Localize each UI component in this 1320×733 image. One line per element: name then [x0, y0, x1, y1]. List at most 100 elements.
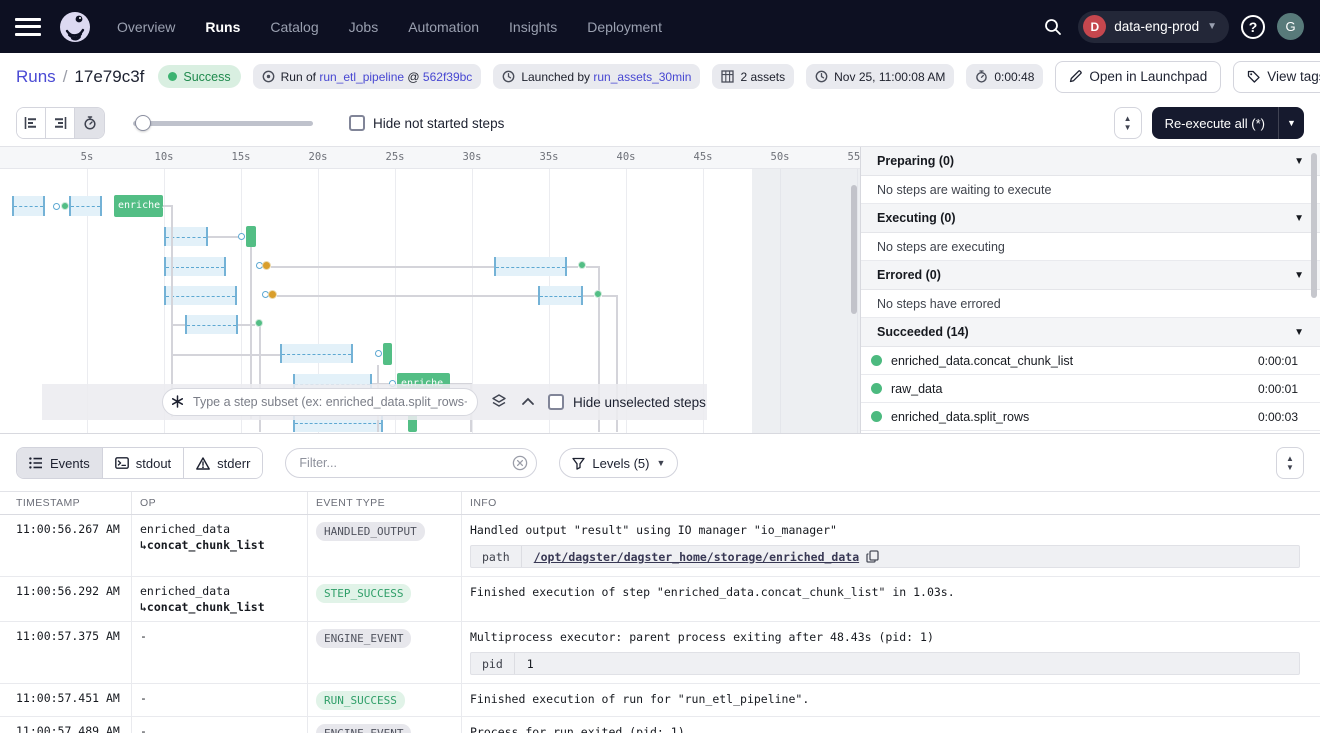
- tag-icon: [1247, 70, 1260, 83]
- gantt-time-axis: 5s 10s 15s 20s 25s 30s 35s 40s 45s 50s 5…: [0, 147, 860, 169]
- gantt-step-bar[interactable]: enriche.: [114, 195, 163, 217]
- empty-state: No steps are executing: [861, 233, 1320, 261]
- layers-icon[interactable]: [490, 393, 508, 411]
- terminal-icon: [115, 457, 129, 469]
- run-of-tag[interactable]: Run of run_etl_pipeline @ 562f39bc: [253, 64, 482, 89]
- nav-item-runs[interactable]: Runs: [205, 19, 240, 35]
- tab-events[interactable]: Events: [17, 448, 103, 478]
- event-type-badge: ENGINE_EVENT: [316, 629, 411, 648]
- commit-link[interactable]: 562f39bc: [423, 70, 472, 84]
- dagster-run-page: Overview Runs Catalog Jobs Automation In…: [0, 0, 1320, 733]
- pencil-icon: [1069, 70, 1082, 83]
- hide-unselected-checkbox[interactable]: [548, 394, 564, 410]
- workspace-switcher[interactable]: D data-eng-prod ▼: [1078, 11, 1229, 43]
- reexecute-dropdown-button[interactable]: ▼: [1278, 107, 1304, 139]
- nav-item-automation[interactable]: Automation: [408, 19, 479, 35]
- nav-item-insights[interactable]: Insights: [509, 19, 557, 35]
- flatten-view-button[interactable]: [17, 108, 46, 138]
- zoom-slider[interactable]: [133, 115, 313, 131]
- gantt-chart[interactable]: 5s 10s 15s 20s 25s 30s 35s 40s 45s 50s 5…: [0, 147, 861, 433]
- table-header: TIMESTAMP OP EVENT TYPE INFO: [0, 491, 1320, 515]
- timed-view-button[interactable]: [75, 108, 104, 138]
- nav-item-overview[interactable]: Overview: [117, 19, 175, 35]
- event-log-section: Events stdout stderr Levels (5) ▼: [0, 433, 1320, 733]
- success-dot: [871, 383, 882, 394]
- table-row[interactable]: 11:00:57.451 AM - RUN_SUCCESS Finished e…: [0, 684, 1320, 717]
- workspace-name: data-eng-prod: [1114, 19, 1199, 34]
- levels-dropdown[interactable]: Levels (5) ▼: [559, 448, 678, 478]
- success-dot: [871, 411, 882, 422]
- gantt-wait-box: [164, 286, 237, 305]
- section-errored[interactable]: Errored (0)▼: [861, 261, 1320, 290]
- gantt-toolbar: Hide not started steps ▲▼ Re-execute all…: [0, 100, 1320, 147]
- step-list-item[interactable]: enriched_data.split_rows0:00:03: [861, 403, 1320, 431]
- align-start-icon: [24, 116, 38, 130]
- step-list-item[interactable]: enriched_data.concat_chunk_list0:00:01: [861, 347, 1320, 375]
- open-in-launchpad-button[interactable]: Open in Launchpad: [1055, 61, 1221, 93]
- chevron-down-icon: ▼: [1294, 156, 1304, 167]
- waterfall-view-button[interactable]: [46, 108, 75, 138]
- clock-icon: [502, 70, 515, 83]
- gantt-wait-box: [185, 315, 238, 334]
- duration-tag[interactable]: 0:00:48: [966, 64, 1043, 89]
- empty-state: No steps are waiting to execute: [861, 176, 1320, 204]
- success-dot: [871, 355, 882, 366]
- gantt-scrollbar[interactable]: [851, 185, 857, 314]
- gantt-wait-box: [494, 257, 567, 276]
- step-subset-input[interactable]: [162, 388, 478, 416]
- gantt-wait-box: [69, 196, 102, 216]
- hamburger-menu-icon[interactable]: [15, 18, 41, 36]
- table-row[interactable]: 11:00:57.375 AM - ENGINE_EVENT Multiproc…: [0, 622, 1320, 684]
- workspace-avatar: D: [1083, 15, 1106, 38]
- step-list-item[interactable]: raw_data0:00:01: [861, 375, 1320, 403]
- launched-by-tag[interactable]: Launched by run_assets_30min: [493, 64, 700, 89]
- reexecute-all-button[interactable]: Re-execute all (*) ▼: [1152, 107, 1304, 139]
- nav-item-jobs[interactable]: Jobs: [349, 19, 379, 35]
- hide-not-started-label: Hide not started steps: [373, 116, 504, 131]
- breadcrumb: Runs / 17e79c3f: [16, 67, 144, 87]
- gantt-after-run-shade: [752, 169, 861, 433]
- step-selector-overlay: Hide unselected steps: [42, 384, 707, 420]
- expand-log-button[interactable]: ▲▼: [1276, 447, 1304, 479]
- help-icon[interactable]: ?: [1241, 15, 1265, 39]
- gantt-wait-box: [538, 286, 583, 305]
- nav-links: Overview Runs Catalog Jobs Automation In…: [117, 19, 662, 35]
- copy-icon[interactable]: [866, 550, 879, 563]
- gantt-wait-box: [280, 344, 353, 363]
- table-row[interactable]: 11:00:56.292 AM enriched_data↳concat_chu…: [0, 577, 1320, 622]
- storage-path-link[interactable]: /opt/dagster/dagster_home/storage/enrich…: [534, 549, 859, 565]
- zoom-slider-handle[interactable]: [135, 115, 151, 131]
- assets-icon: [721, 70, 734, 83]
- breadcrumb-runs-link[interactable]: Runs: [16, 67, 56, 87]
- event-type-badge: STEP_SUCCESS: [316, 584, 411, 603]
- zoom-slider-track[interactable]: [133, 121, 313, 126]
- gantt-step-bar[interactable]: [383, 343, 392, 365]
- steps-panel: Preparing (0)▼ No steps are waiting to e…: [861, 147, 1320, 433]
- schedule-link[interactable]: run_assets_30min: [593, 70, 691, 84]
- event-type-badge: HANDLED_OUTPUT: [316, 522, 425, 541]
- pipeline-link[interactable]: run_etl_pipeline: [319, 70, 404, 84]
- warning-icon: [196, 457, 210, 470]
- chevron-up-icon[interactable]: [521, 396, 535, 406]
- run-header: Runs / 17e79c3f Success Run of run_etl_p…: [0, 53, 1320, 100]
- section-preparing[interactable]: Preparing (0)▼: [861, 147, 1320, 176]
- view-tags-config-button[interactable]: View tags and config: [1233, 61, 1320, 93]
- table-row[interactable]: 11:00:57.489 AM - ENGINE_EVENT Process f…: [0, 717, 1320, 733]
- hide-not-started-checkbox[interactable]: [349, 115, 365, 131]
- tab-stdout[interactable]: stdout: [103, 448, 184, 478]
- expand-collapse-panel-button[interactable]: ▲▼: [1114, 107, 1142, 139]
- start-time-tag[interactable]: Nov 25, 11:00:08 AM: [806, 64, 954, 89]
- section-succeeded[interactable]: Succeeded (14)▼: [861, 318, 1320, 347]
- assets-tag[interactable]: 2 assets: [712, 64, 794, 89]
- clear-filter-icon[interactable]: [512, 455, 528, 471]
- user-avatar[interactable]: G: [1277, 13, 1304, 40]
- filter-input[interactable]: [285, 448, 537, 478]
- tab-stderr[interactable]: stderr: [184, 448, 262, 478]
- gantt-step-bar[interactable]: [246, 226, 256, 247]
- search-icon[interactable]: [1040, 14, 1066, 40]
- nav-item-deployment[interactable]: Deployment: [587, 19, 662, 35]
- table-row[interactable]: 11:00:56.267 AM enriched_data↳concat_chu…: [0, 515, 1320, 577]
- panel-scrollbar[interactable]: [1311, 153, 1317, 298]
- nav-item-catalog[interactable]: Catalog: [270, 19, 318, 35]
- section-executing[interactable]: Executing (0)▼: [861, 204, 1320, 233]
